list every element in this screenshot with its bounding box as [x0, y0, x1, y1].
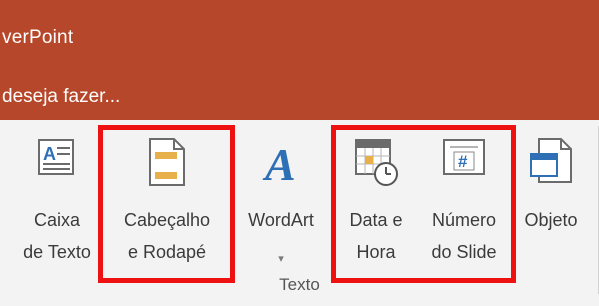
svg-text:A: A — [262, 139, 296, 186]
group-label-texto: Texto — [279, 275, 320, 294]
date-time-icon — [355, 139, 398, 186]
wordart-button[interactable]: A WordArt ▾ — [234, 120, 328, 290]
date-time-button[interactable]: Data e Hora — [336, 120, 416, 290]
svg-text:A: A — [43, 144, 56, 164]
wordart-dropdown-icon[interactable]: ▾ — [278, 252, 284, 265]
header-footer-label: Cabeçalho e Rodapé — [123, 210, 211, 262]
title-bar: verPoint — [0, 0, 599, 72]
slide-number-label: Número do Slide — [431, 210, 497, 262]
wordart-label: WordArt — [248, 210, 314, 230]
header-footer-button[interactable]: Cabeçalho e Rodapé — [102, 120, 232, 290]
tell-me-input[interactable]: deseja fazer... — [2, 86, 120, 108]
text-box-icon: A — [38, 139, 74, 175]
object-icon — [530, 138, 572, 183]
app-title: verPoint — [2, 27, 74, 48]
text-box-label: Caixa de Texto — [23, 210, 91, 262]
header-footer-icon — [149, 138, 185, 186]
text-box-button[interactable]: A Caixa de Texto — [14, 120, 100, 290]
date-time-label: Data e Hora — [349, 210, 403, 262]
object-button[interactable]: Objeto — [514, 120, 588, 290]
slide-number-button[interactable]: # Número do Slide — [418, 120, 510, 290]
slide-number-icon: # — [443, 139, 485, 175]
svg-text:#: # — [458, 152, 468, 171]
ribbon-group-texto: A Caixa de Texto Cabeçalho e Rodapé A Wo… — [0, 120, 599, 306]
object-label: Objeto — [524, 210, 578, 230]
tell-me-bar[interactable]: deseja fazer... — [0, 72, 599, 120]
wordart-icon: A — [262, 139, 296, 186]
